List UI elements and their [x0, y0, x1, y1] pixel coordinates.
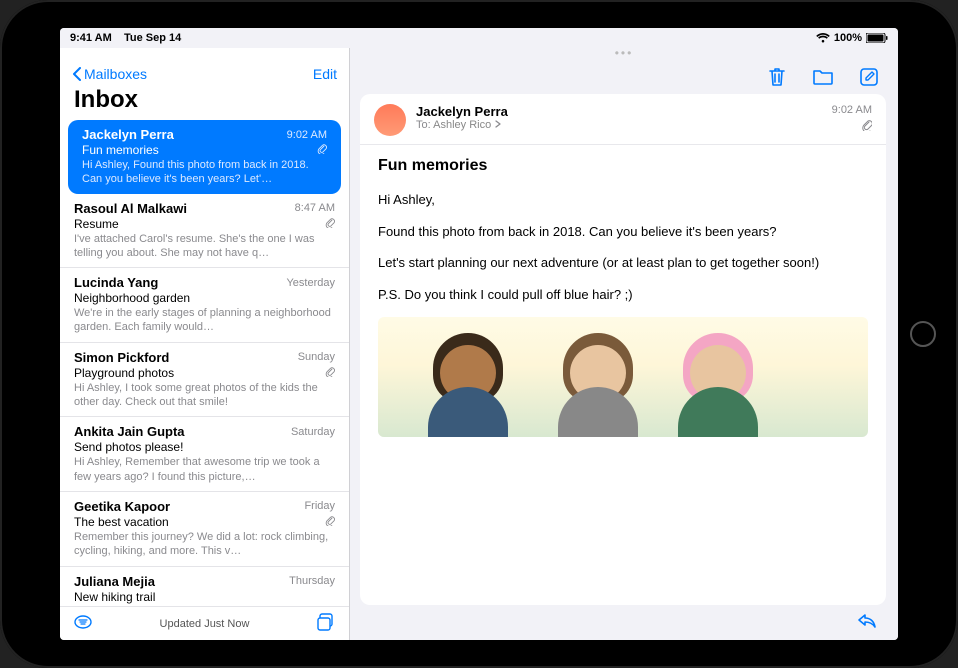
edit-button[interactable]: Edit: [313, 66, 337, 82]
mail-time: Friday: [304, 500, 335, 512]
mail-list[interactable]: Jackelyn Perra9:02 AMFun memoriesHi Ashl…: [60, 120, 349, 606]
mail-time: 8:47 AM: [295, 202, 335, 214]
sync-status: Updated Just Now: [92, 618, 317, 630]
mail-sender: Simon Pickford: [74, 350, 169, 365]
chevron-left-icon: [72, 67, 82, 81]
mail-sender: Jackelyn Perra: [82, 127, 174, 142]
battery-icon: [866, 33, 888, 43]
move-folder-button[interactable]: [812, 66, 834, 88]
status-bar: 9:41 AM Tue Sep 14 100%: [60, 28, 898, 48]
mail-item[interactable]: Simon Pickford Sunday Playground photosHi …: [60, 343, 349, 418]
mail-preview: Hi Ashley, Found this photo from back in…: [82, 158, 327, 187]
mail-time: Sunday: [298, 351, 335, 363]
mail-time: 9:02 AM: [287, 129, 327, 141]
ipad-frame: 9:41 AM Tue Sep 14 100% •••: [0, 0, 958, 668]
mail-preview: Hi Ashley, I took some great photos of t…: [74, 381, 335, 410]
compose-button[interactable]: [858, 66, 880, 88]
mail-sender: Lucinda Yang: [74, 275, 158, 290]
chevron-right-icon: [494, 120, 502, 128]
message-card: Jackelyn Perra To: Ashley Rico 9:02 AM: [360, 94, 886, 605]
message-paragraph: Found this photo from back in 2018. Can …: [378, 223, 868, 241]
sender-avatar[interactable]: [374, 104, 406, 136]
back-label: Mailboxes: [84, 66, 147, 82]
screen: 9:41 AM Tue Sep 14 100% •••: [60, 28, 898, 640]
drag-handle[interactable]: •••: [350, 48, 898, 60]
trash-button[interactable]: [766, 66, 788, 88]
mail-subject: The best vacation: [74, 515, 169, 529]
sidebar-footer: Updated Just Now: [60, 606, 349, 640]
mail-sender: Ankita Jain Gupta: [74, 424, 185, 439]
mail-sender: Rasoul Al Malkawi: [74, 201, 187, 216]
sidebar: ••• Mailboxes Edit Inbox Jackelyn Perra9…: [60, 48, 350, 640]
filter-button[interactable]: [74, 615, 92, 632]
mail-subject: Playground photos: [74, 366, 174, 380]
message-paragraph: Let's start planning our next adventure …: [378, 254, 868, 272]
mail-sender: Geetika Kapoor: [74, 499, 170, 514]
mail-subject: Neighborhood garden: [74, 291, 190, 305]
compose-secondary-button[interactable]: [317, 613, 335, 634]
mail-item[interactable]: Ankita Jain Gupta Saturday Send photos ple…: [60, 417, 349, 492]
attachment-icon: [325, 515, 335, 529]
message-time: 9:02 AM: [832, 104, 872, 116]
attached-photo[interactable]: [378, 317, 868, 437]
message-meta: 9:02 AM: [832, 104, 872, 134]
status-time: 9:41 AM: [70, 32, 112, 44]
attachment-icon: [317, 143, 327, 157]
mail-item[interactable]: Geetika Kapoor Friday The best vacationRem…: [60, 492, 349, 567]
message-header-text: Jackelyn Perra To: Ashley Rico: [416, 104, 822, 131]
mail-time: Saturday: [291, 426, 335, 438]
app-content: ••• Mailboxes Edit Inbox Jackelyn Perra 9…: [60, 48, 898, 640]
detail-toolbar: [350, 60, 898, 94]
message-to[interactable]: To: Ashley Rico: [416, 119, 822, 131]
mail-item[interactable]: Jackelyn Perra 9:02 AM Fun memoriesHi Ashl…: [68, 120, 341, 194]
mail-preview: We're in the early stages of planning a …: [74, 306, 335, 335]
message-header[interactable]: Jackelyn Perra To: Ashley Rico 9:02 AM: [360, 94, 886, 145]
message-paragraph: P.S. Do you think I could pull off blue …: [378, 286, 868, 304]
mail-subject: Resume: [74, 217, 119, 231]
inbox-title: Inbox: [60, 84, 349, 120]
attachment-icon: [325, 217, 335, 231]
reply-button[interactable]: [856, 611, 878, 634]
wifi-icon: [816, 33, 830, 43]
message-body: Fun memories Hi Ashley, Found this photo …: [360, 145, 886, 605]
mail-subject: Fun memories: [82, 143, 159, 157]
message-pane: ••• Jackelyn Per: [350, 48, 898, 640]
mail-item[interactable]: Juliana Mejia Thursday New hiking trail: [60, 567, 349, 606]
status-date: Tue Sep 14: [124, 32, 181, 44]
message-paragraph: Hi Ashley,: [378, 191, 868, 209]
mail-subject: Send photos please!: [74, 440, 183, 454]
mail-preview: I've attached Carol's resume. She's the …: [74, 232, 335, 261]
status-right: 100%: [816, 32, 888, 44]
home-button[interactable]: [910, 321, 936, 347]
mail-sender: Juliana Mejia: [74, 574, 155, 589]
attachment-icon: [832, 119, 872, 134]
status-battery-pct: 100%: [834, 32, 862, 44]
to-recipient: Ashley Rico: [433, 119, 491, 131]
mail-subject: New hiking trail: [74, 590, 155, 604]
to-label: To:: [416, 119, 431, 131]
message-subject: Fun memories: [378, 157, 868, 175]
mail-preview: Remember this journey? We did a lot: roc…: [74, 530, 335, 559]
mail-item[interactable]: Rasoul Al Malkawi 8:47 AM ResumeI've attac…: [60, 194, 349, 269]
status-left: 9:41 AM Tue Sep 14: [70, 32, 181, 44]
mail-time: Thursday: [289, 575, 335, 587]
attachment-icon: [325, 366, 335, 380]
mail-preview: Hi Ashley, Remember that awesome trip we…: [74, 455, 335, 484]
detail-footer: [350, 605, 898, 640]
sidebar-header: Mailboxes Edit: [60, 60, 349, 84]
mail-item[interactable]: Lucinda Yang Yesterday Neighborhood garden…: [60, 268, 349, 343]
back-mailboxes-button[interactable]: Mailboxes: [72, 66, 147, 82]
message-from: Jackelyn Perra: [416, 104, 822, 119]
mail-time: Yesterday: [286, 277, 335, 289]
